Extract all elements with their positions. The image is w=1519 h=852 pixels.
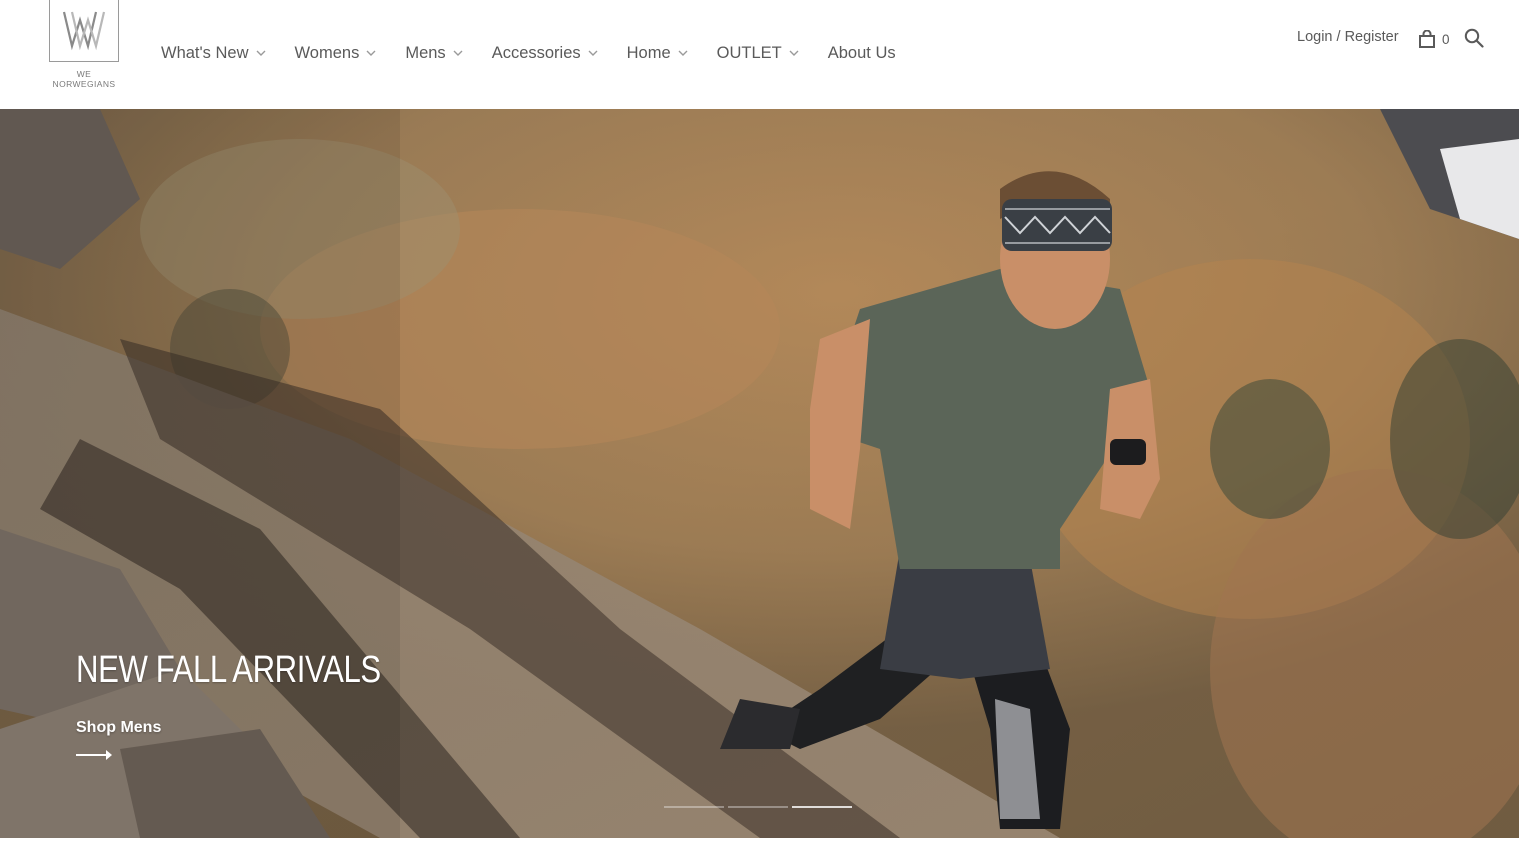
brand-logo[interactable]: WE NORWEGIANS — [49, 0, 119, 90]
chevron-down-icon — [678, 50, 688, 56]
site-header: WE NORWEGIANS What's New Womens Mens Acc… — [0, 0, 1519, 109]
chevron-down-icon — [366, 50, 376, 56]
nav-item-home[interactable]: Home — [627, 40, 688, 66]
hero-banner[interactable]: NEW FALL ARRIVALS Shop Mens — [0, 109, 1519, 838]
login-register-link[interactable]: Login / Register — [1297, 29, 1399, 45]
chevron-down-icon — [256, 50, 266, 56]
nav-item-whats-new[interactable]: What's New — [161, 40, 266, 66]
slider-dot[interactable] — [728, 806, 788, 808]
logo-text-we: WE — [76, 69, 92, 79]
nav-item-outlet[interactable]: OUTLET — [717, 40, 799, 66]
nav-item-label: Home — [626, 43, 671, 62]
nav-item-label: OUTLET — [716, 43, 782, 62]
main-navigation: What's New Womens Mens Accessories Home … — [161, 40, 925, 66]
nav-item-about-us[interactable]: About Us — [828, 40, 896, 66]
chevron-down-icon — [453, 50, 463, 56]
cart-button[interactable]: 0 — [1418, 28, 1450, 50]
shop-mens-link[interactable]: Shop Mens — [76, 719, 161, 737]
chevron-down-icon — [789, 50, 799, 56]
shopping-bag-icon — [1419, 30, 1435, 48]
search-button[interactable] — [1464, 28, 1484, 48]
cart-count: 0 — [1442, 31, 1450, 47]
chevron-down-icon — [588, 50, 598, 56]
hero-title: NEW FALL ARRIVALS — [76, 649, 381, 691]
nav-item-label: What's New — [161, 43, 249, 62]
nav-item-mens[interactable]: Mens — [405, 40, 463, 66]
nav-item-label: Mens — [405, 43, 446, 62]
hero-image-trail-runner — [0, 109, 1519, 838]
arrow-right-icon[interactable] — [76, 749, 112, 761]
slider-dot[interactable] — [664, 806, 724, 808]
logo-text-norwegians: NORWEGIANS — [52, 79, 116, 89]
nav-item-label: Womens — [294, 43, 360, 62]
wn-monogram-icon — [62, 11, 106, 51]
nav-item-accessories[interactable]: Accessories — [492, 40, 598, 66]
nav-item-label: Accessories — [491, 43, 581, 62]
nav-item-label: About Us — [827, 43, 896, 62]
nav-item-womens[interactable]: Womens — [295, 40, 377, 66]
search-icon — [1464, 28, 1484, 48]
slider-dot-active[interactable] — [792, 806, 852, 808]
slider-pagination — [664, 806, 852, 808]
page-bottom-strip — [0, 838, 1519, 852]
logo-frame — [49, 0, 119, 62]
